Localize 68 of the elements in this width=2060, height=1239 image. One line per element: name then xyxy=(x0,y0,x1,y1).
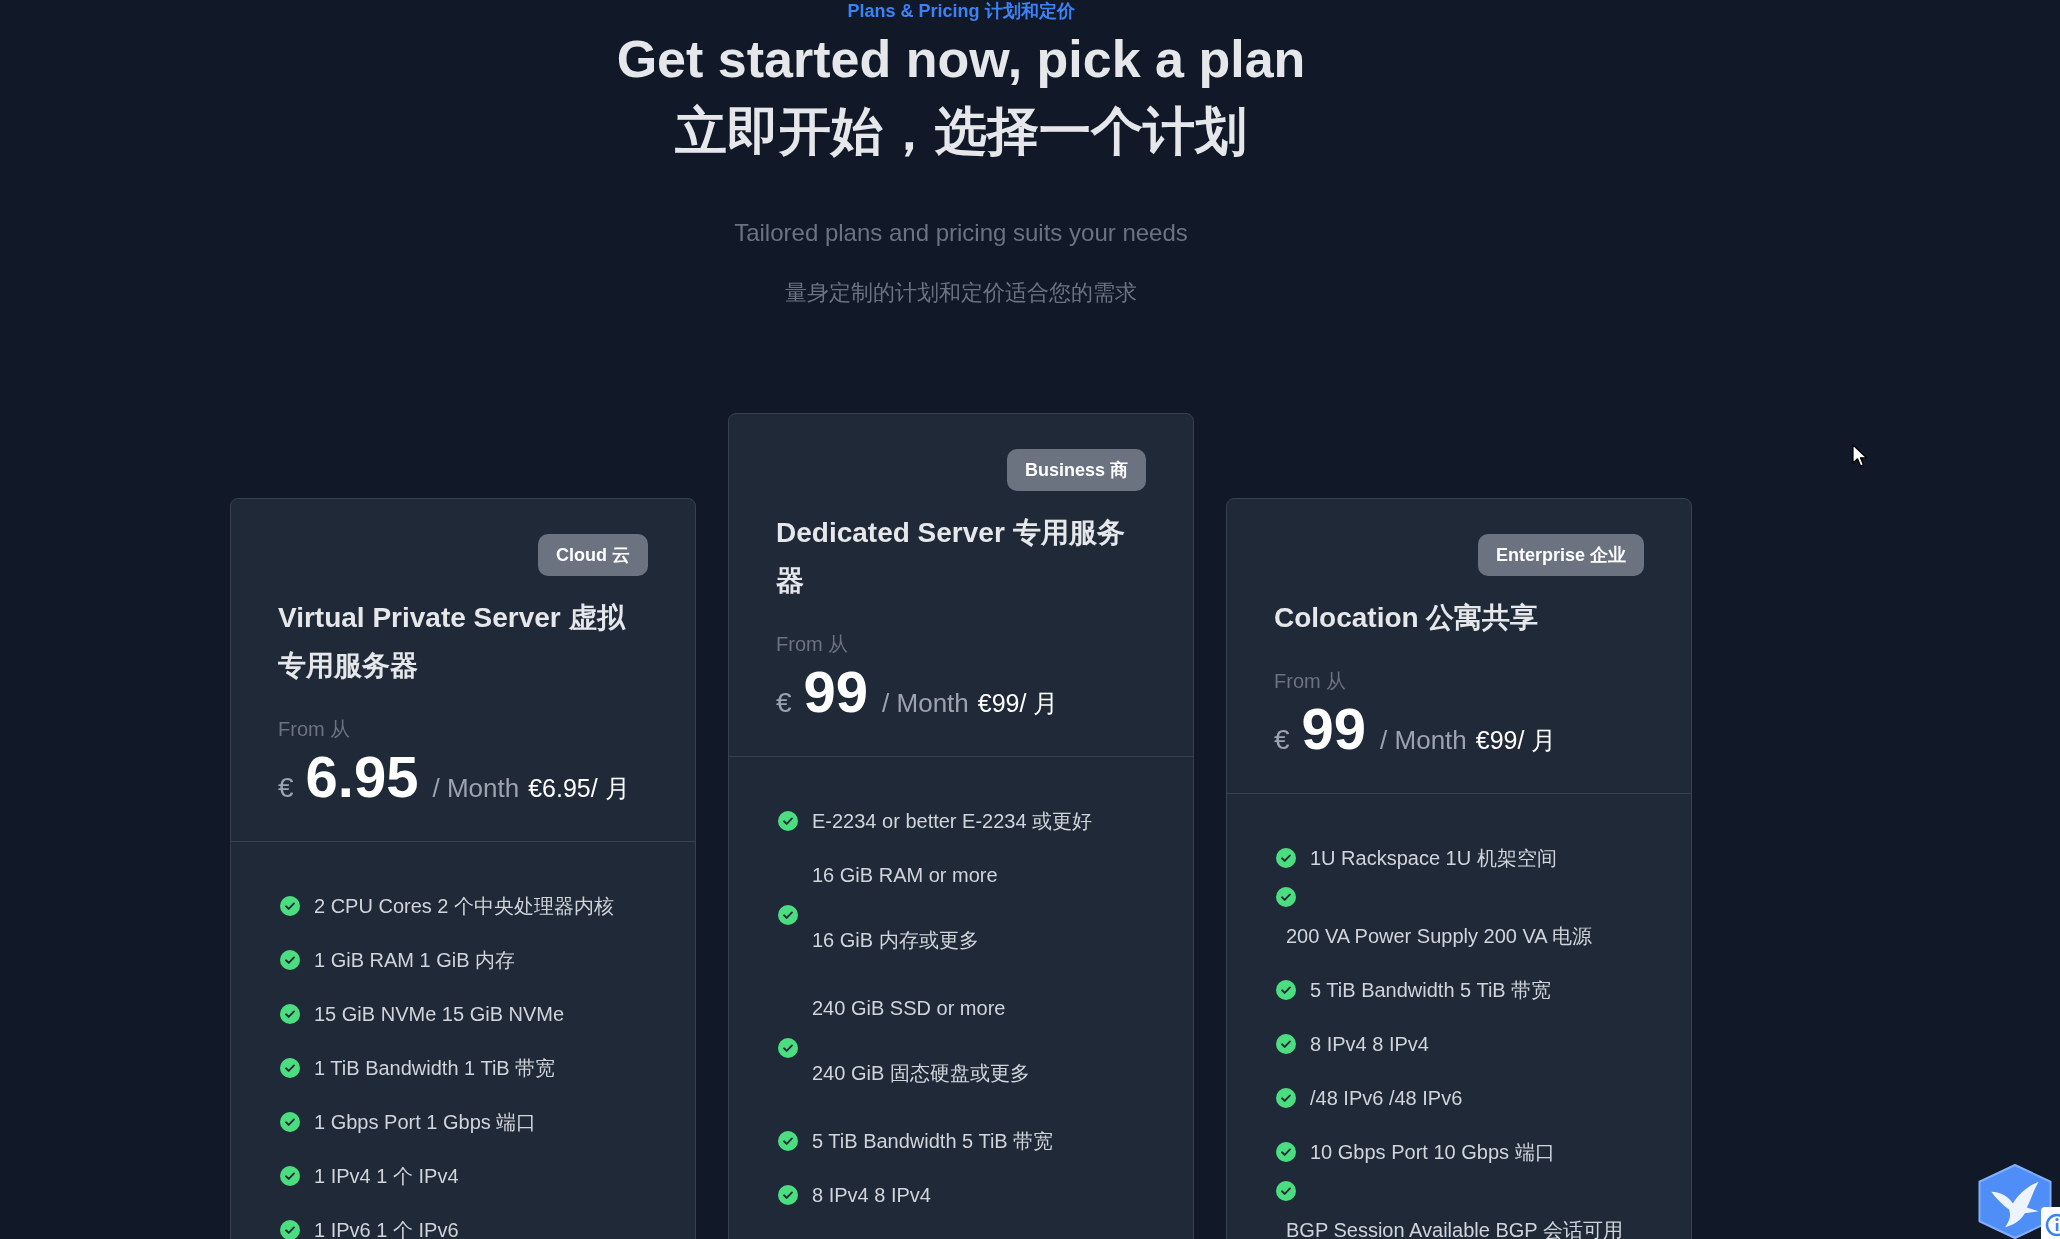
check-circle-icon xyxy=(1276,1142,1296,1162)
section-eyebrow: Plans & Pricing 计划和定价 xyxy=(847,1,1075,22)
check-circle-icon xyxy=(778,1037,798,1058)
check-circle-icon xyxy=(1276,1088,1296,1108)
price-period: / Month xyxy=(882,687,969,720)
feature-text: 1 IPv6 1 个 IPv6 xyxy=(314,1218,459,1239)
feature-text: 16 GiB 内存或更多 xyxy=(812,928,980,953)
feature-text: 1 GiB RAM 1 GiB 内存 xyxy=(314,948,516,973)
price-amount: 99 xyxy=(803,660,869,724)
check-circle-icon xyxy=(280,1112,300,1132)
feature-text: 240 GiB 固态硬盘或更多 xyxy=(812,1061,1030,1086)
plan-name: Colocation 公寓共享 xyxy=(1274,601,1540,635)
price-per-month: €6.95/ 月 xyxy=(528,773,630,804)
feature-text: 16 GiB RAM or more xyxy=(812,863,998,888)
check-circle-icon xyxy=(280,1058,300,1078)
feature-text: 1 IPv4 1 个 IPv4 xyxy=(314,1164,459,1189)
check-circle-icon xyxy=(280,1166,300,1186)
plan-tier-badge: Business 商 xyxy=(1006,449,1146,491)
price-period: / Month xyxy=(432,772,520,805)
check-circle-icon xyxy=(1276,1034,1296,1054)
feature-text: BGP Session Available BGP 会话可用 xyxy=(1286,1218,1623,1239)
feature-text: 1 TiB Bandwidth 1 TiB 带宽 xyxy=(314,1056,556,1081)
check-circle-icon xyxy=(778,1185,798,1205)
plan-tier-badge: Cloud 云 xyxy=(538,534,648,576)
currency-symbol: € xyxy=(278,771,294,805)
check-circle-icon xyxy=(1276,980,1296,1000)
feature-text: 1 Gbps Port 1 Gbps 端口 xyxy=(314,1110,537,1135)
feature-text: E-2234 or better E-2234 或更好 xyxy=(812,809,1093,834)
feature-text: 10 Gbps Port 10 Gbps 端口 xyxy=(1310,1140,1555,1165)
currency-symbol: € xyxy=(776,686,792,720)
info-icon[interactable] xyxy=(2041,1207,2060,1239)
feature-text: 5 TiB Bandwidth 5 TiB 带宽 xyxy=(812,1129,1054,1154)
feature-text: 200 VA Power Supply 200 VA 电源 xyxy=(1286,924,1593,949)
plan-name: Virtual Private Server 虚拟专用服务器 xyxy=(278,601,627,683)
currency-symbol: € xyxy=(1274,723,1290,757)
feature-text: 15 GiB NVMe 15 GiB NVMe xyxy=(314,1002,565,1027)
price-from-label: From 从 xyxy=(776,632,850,657)
hexagon-bird-icon[interactable] xyxy=(1977,1164,2053,1239)
check-circle-icon xyxy=(778,1131,798,1151)
check-circle-icon xyxy=(280,896,300,916)
feature-text: 240 GiB SSD or more xyxy=(812,996,1007,1021)
plan-name: Dedicated Server 专用服务器 xyxy=(776,516,1126,598)
check-circle-icon xyxy=(1276,1181,1296,1201)
feature-text: 2 CPU Cores 2 个中央处理器内核 xyxy=(314,894,615,919)
price-from-label: From 从 xyxy=(1274,669,1348,694)
plan-tier-badge: Enterprise 企业 xyxy=(1477,534,1644,576)
feature-text: 8 IPv4 8 IPv4 xyxy=(812,1183,931,1208)
page-heading: Get started now, pick a plan xyxy=(616,29,1306,90)
price-amount: 6.95 xyxy=(305,745,419,809)
check-circle-icon xyxy=(778,811,798,831)
check-circle-icon xyxy=(280,1004,300,1024)
feature-text: 8 IPv4 8 IPv4 xyxy=(1310,1032,1429,1057)
price-from-label: From 从 xyxy=(278,717,352,742)
check-circle-icon xyxy=(778,904,798,925)
page-heading: 立即开始，选择一个计划 xyxy=(675,101,1247,162)
price-amount: 99 xyxy=(1301,697,1367,761)
check-circle-icon xyxy=(1276,848,1296,868)
mouse-pointer-icon xyxy=(1852,444,1868,468)
price-per-month: €99/ 月 xyxy=(1475,725,1557,756)
feature-text: 5 TiB Bandwidth 5 TiB 带宽 xyxy=(1310,978,1552,1003)
check-circle-icon xyxy=(280,950,300,970)
check-circle-icon xyxy=(1276,887,1296,907)
price-per-month: €99/ 月 xyxy=(977,688,1059,719)
feature-text: 1U Rackspace 1U 机架空间 xyxy=(1310,846,1557,871)
feature-text: /48 IPv6 /48 IPv6 xyxy=(1310,1086,1463,1111)
page-subtitle: 量身定制的计划和定价适合您的需求 xyxy=(785,279,1137,307)
price-period: / Month xyxy=(1380,724,1467,757)
page-subtitle: Tailored plans and pricing suits your needs xyxy=(734,218,1188,248)
